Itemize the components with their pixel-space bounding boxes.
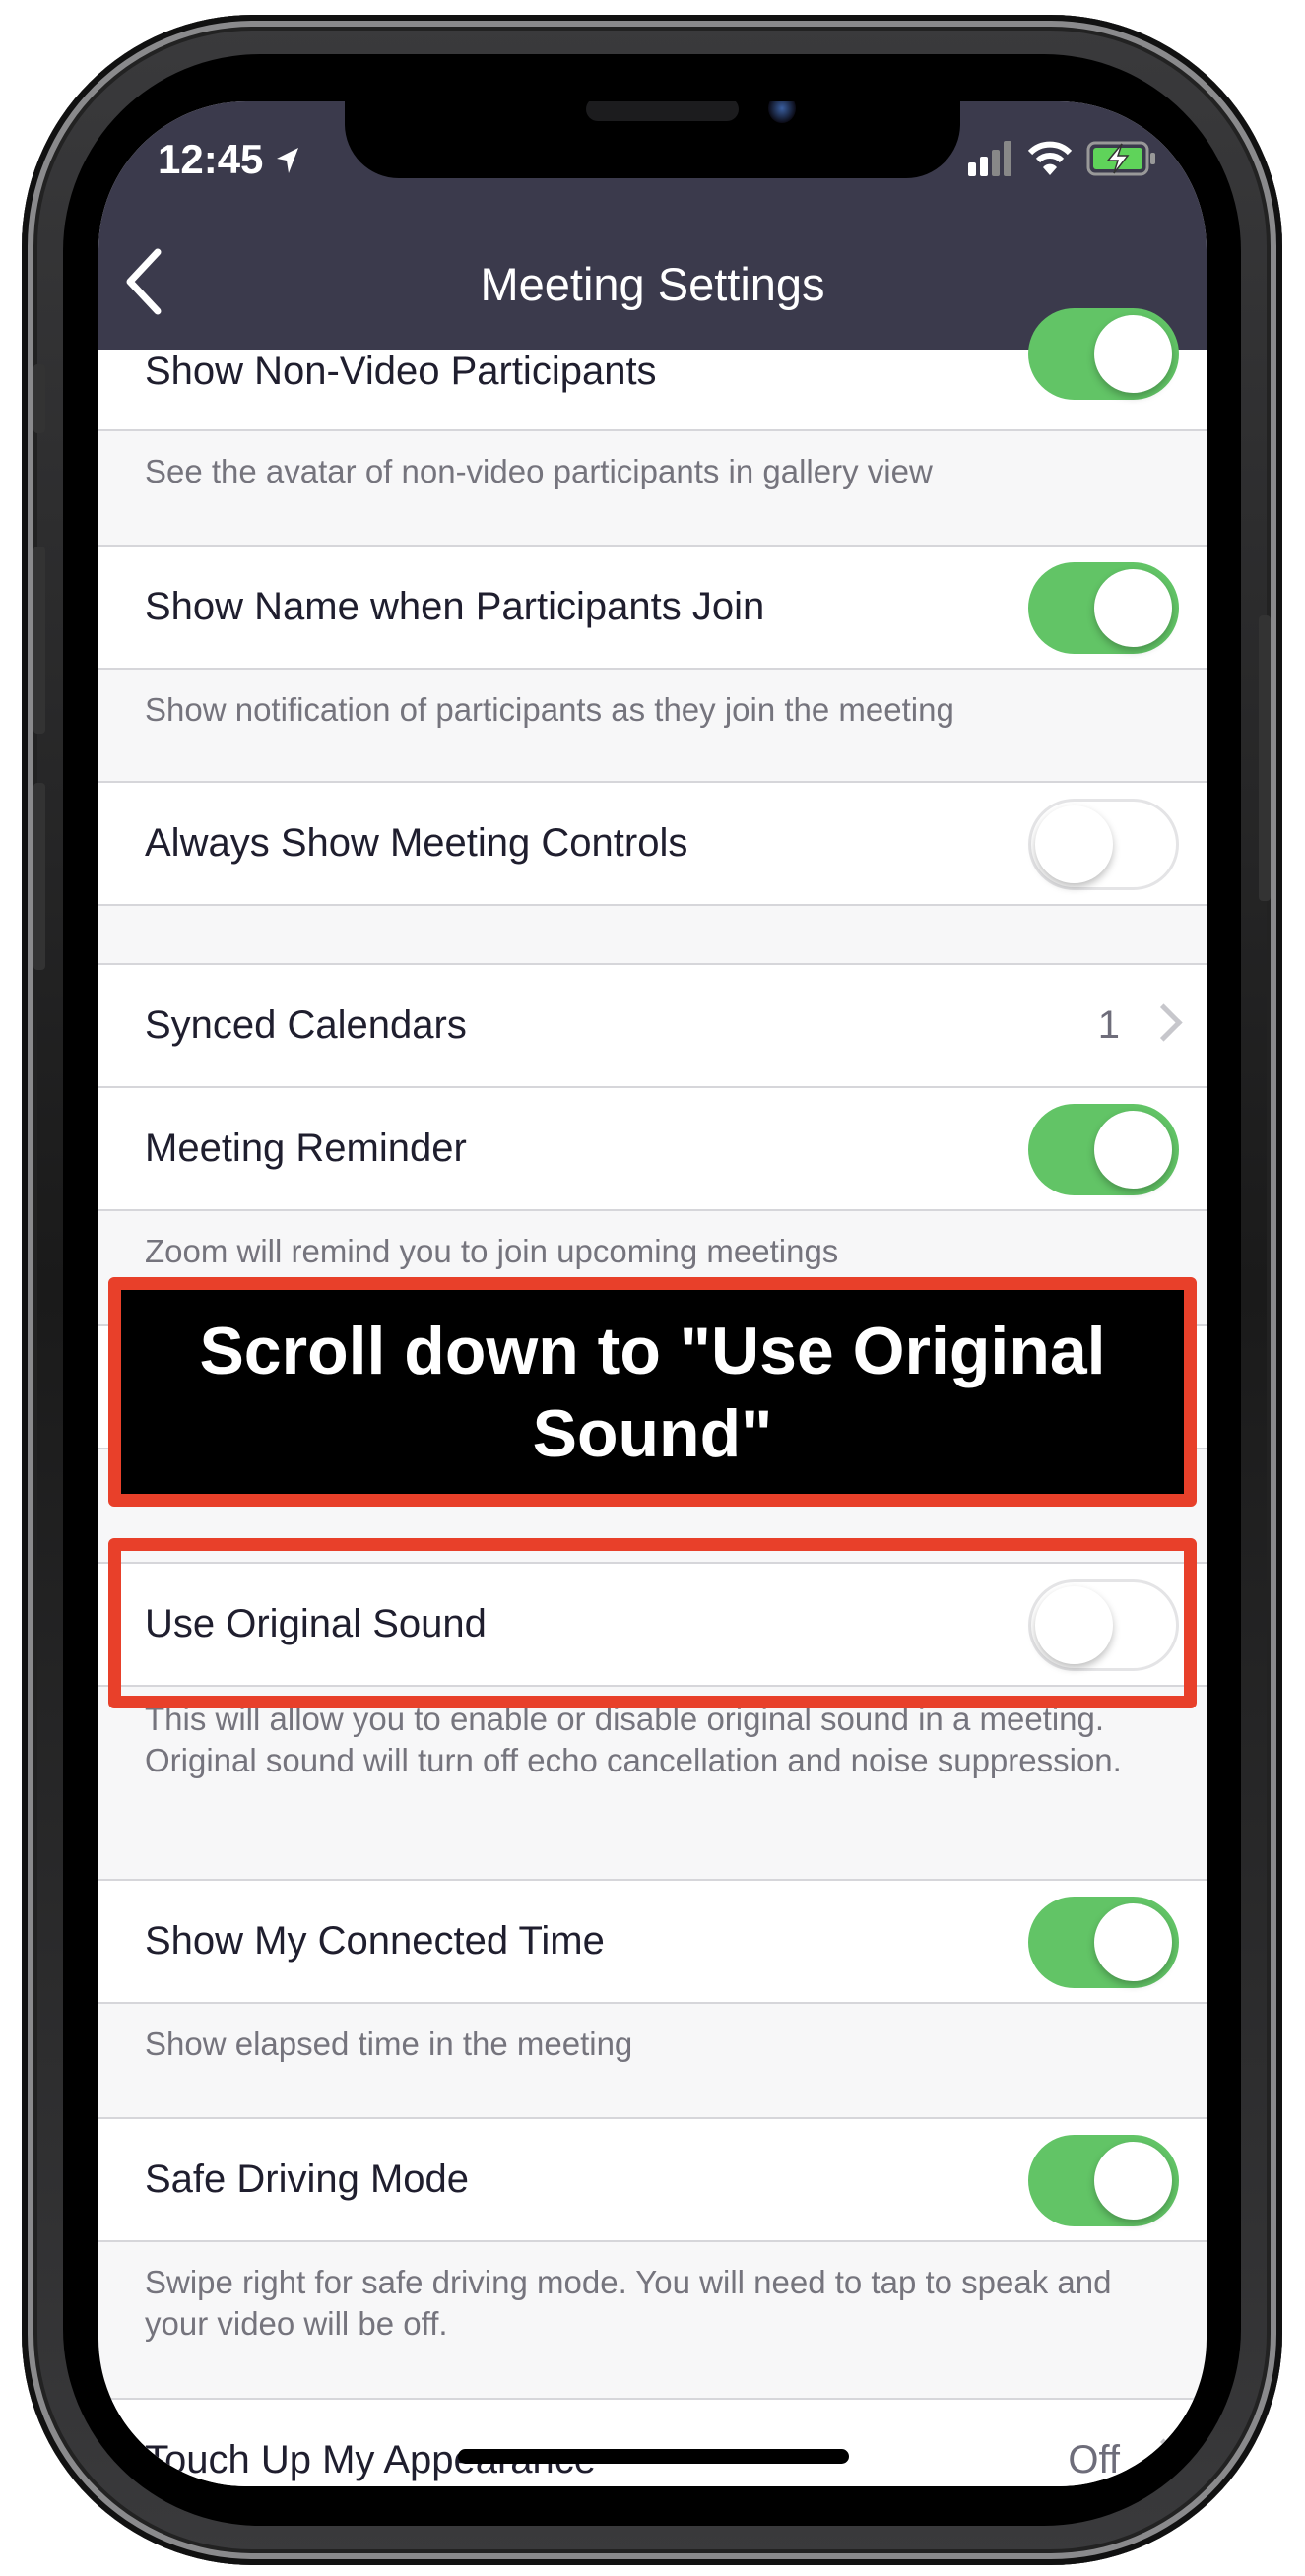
toggle-switch[interactable] bbox=[1028, 2135, 1179, 2226]
toggle-switch[interactable] bbox=[1028, 562, 1179, 654]
toggle-switch[interactable] bbox=[1028, 1897, 1179, 1988]
setting-show-my-connected-time[interactable]: Show My Connected Time bbox=[98, 1881, 1207, 2004]
volume-up-button bbox=[33, 547, 45, 734]
setting-description: Show elapsed time in the meeting bbox=[98, 2004, 1207, 2119]
setting-label: Meeting Reminder bbox=[145, 1127, 467, 1170]
setting-value: Off bbox=[1068, 2438, 1120, 2481]
toggle-switch[interactable] bbox=[1028, 1104, 1179, 1195]
setting-meeting-reminder[interactable]: Meeting Reminder bbox=[98, 1088, 1207, 1211]
battery-charging-icon bbox=[1086, 141, 1155, 176]
chevron-right-icon bbox=[1144, 2438, 1183, 2477]
setting-label: Synced Calendars bbox=[145, 1003, 467, 1047]
speaker bbox=[586, 101, 739, 121]
setting-description: Show notification of participants as the… bbox=[98, 670, 1207, 783]
home-indicator[interactable] bbox=[458, 2449, 849, 2464]
mute-switch bbox=[33, 364, 45, 433]
status-time: 12:45 bbox=[158, 136, 300, 183]
setting-synced-calendars[interactable]: Synced Calendars 1 bbox=[98, 965, 1207, 1088]
setting-label: Always Show Meeting Controls bbox=[145, 821, 688, 865]
page-title: Meeting Settings bbox=[480, 258, 825, 310]
instruction-callout: Scroll down to "Use Original Sound" bbox=[108, 1277, 1197, 1507]
nav-header: 12:45 Meeting Settings bbox=[98, 101, 1207, 350]
cellular-signal-icon bbox=[968, 141, 1011, 176]
setting-label: Show Non-Video Participants bbox=[145, 350, 657, 393]
wifi-icon bbox=[1027, 141, 1073, 175]
setting-label: Safe Driving Mode bbox=[145, 2157, 470, 2201]
toggle-switch[interactable] bbox=[1028, 799, 1179, 890]
location-arrow-icon bbox=[277, 148, 299, 173]
section-gap bbox=[98, 906, 1207, 965]
setting-description: This will allow you to enable or disable… bbox=[98, 1687, 1207, 1881]
camera bbox=[768, 101, 796, 123]
setting-show-non-video-participants[interactable]: Show Non-Video Participants bbox=[98, 308, 1207, 431]
notch bbox=[345, 101, 960, 178]
setting-label: Show My Connected Time bbox=[145, 1919, 605, 1963]
setting-value: 1 bbox=[1097, 1003, 1120, 1047]
setting-always-show-meeting-controls[interactable]: Always Show Meeting Controls bbox=[98, 783, 1207, 906]
highlight-box bbox=[108, 1538, 1197, 1708]
setting-show-name-when-participants-join[interactable]: Show Name when Participants Join bbox=[98, 547, 1207, 670]
volume-down-button bbox=[33, 783, 45, 970]
chevron-right-icon bbox=[1144, 1003, 1183, 1042]
setting-description: See the avatar of non-video participants… bbox=[98, 431, 1207, 547]
setting-description: Swipe right for safe driving mode. You w… bbox=[98, 2242, 1207, 2400]
setting-touch-up-my-appearance[interactable]: Touch Up My Appearance Off bbox=[98, 2400, 1207, 2486]
setting-label: Show Name when Participants Join bbox=[145, 585, 765, 628]
side-button bbox=[1259, 615, 1271, 901]
toggle-switch[interactable] bbox=[1028, 308, 1179, 400]
setting-safe-driving-mode[interactable]: Safe Driving Mode bbox=[98, 2119, 1207, 2242]
